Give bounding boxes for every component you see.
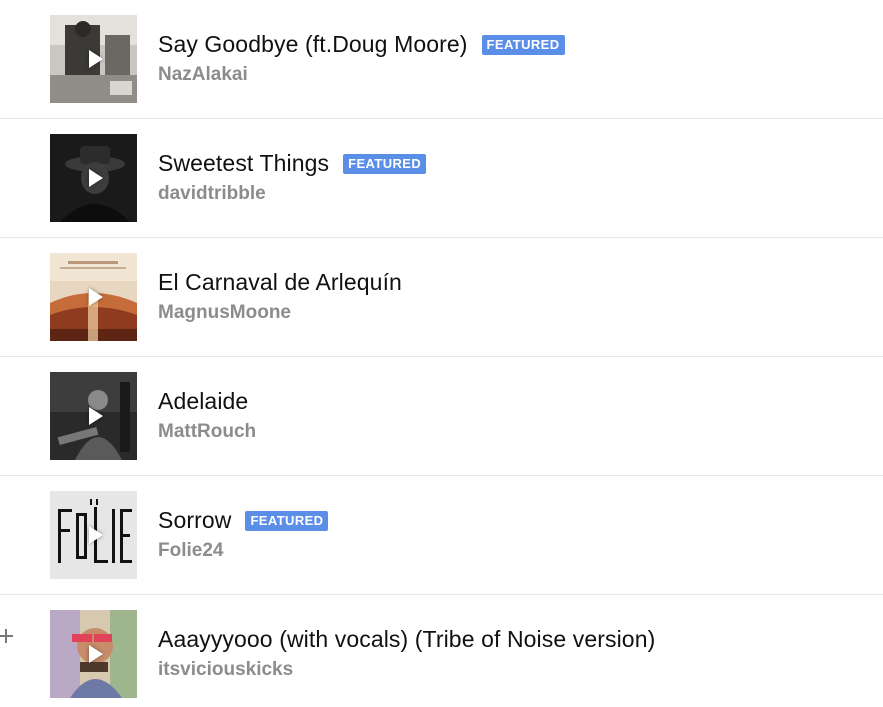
track-artist[interactable]: Folie24 [158,540,223,562]
cover-art-play-button[interactable] [50,15,137,103]
track-row: Aaayyyooo (with vocals) (Tribe of Noise … [0,595,883,707]
track-artist[interactable]: davidtribble [158,183,266,205]
play-icon [88,50,103,68]
featured-badge: FEATURED [343,153,427,174]
track-row: Adelaide MattRouch [0,357,883,476]
track-artist[interactable]: itsviciouskicks [158,659,293,681]
featured-badge: FEATURED [245,510,329,531]
track-title[interactable]: Adelaide [158,388,248,415]
track-row: El Carnaval de Arlequín MagnusMoone [0,238,883,357]
track-title[interactable]: Say Goodbye (ft.Doug Moore) [158,31,468,58]
track-title[interactable]: Sweetest Things [158,150,329,177]
cover-art-play-button[interactable] [50,372,137,460]
play-icon [88,407,103,425]
track-artist[interactable]: MattRouch [158,421,256,443]
play-icon [88,288,103,306]
add-icon[interactable] [0,627,15,645]
play-icon [88,169,103,187]
cover-art-play-button[interactable] [50,253,137,341]
featured-badge: FEATURED [481,34,565,55]
cover-art-play-button[interactable] [50,610,137,698]
play-icon [88,645,103,663]
track-list: Say Goodbye (ft.Doug Moore) FEATURED Naz… [0,0,883,707]
cover-art-play-button[interactable] [50,134,137,222]
track-row: Say Goodbye (ft.Doug Moore) FEATURED Naz… [0,0,883,119]
track-title[interactable]: El Carnaval de Arlequín [158,269,402,296]
track-artist[interactable]: NazAlakai [158,64,248,86]
track-row: Sweetest Things FEATURED davidtribble [0,119,883,238]
track-title[interactable]: Aaayyyooo (with vocals) (Tribe of Noise … [158,626,655,653]
track-title[interactable]: Sorrow [158,507,231,534]
track-row: Sorrow FEATURED Folie24 [0,476,883,595]
play-icon [88,526,103,544]
track-artist[interactable]: MagnusMoone [158,302,291,324]
cover-art-play-button[interactable] [50,491,137,579]
